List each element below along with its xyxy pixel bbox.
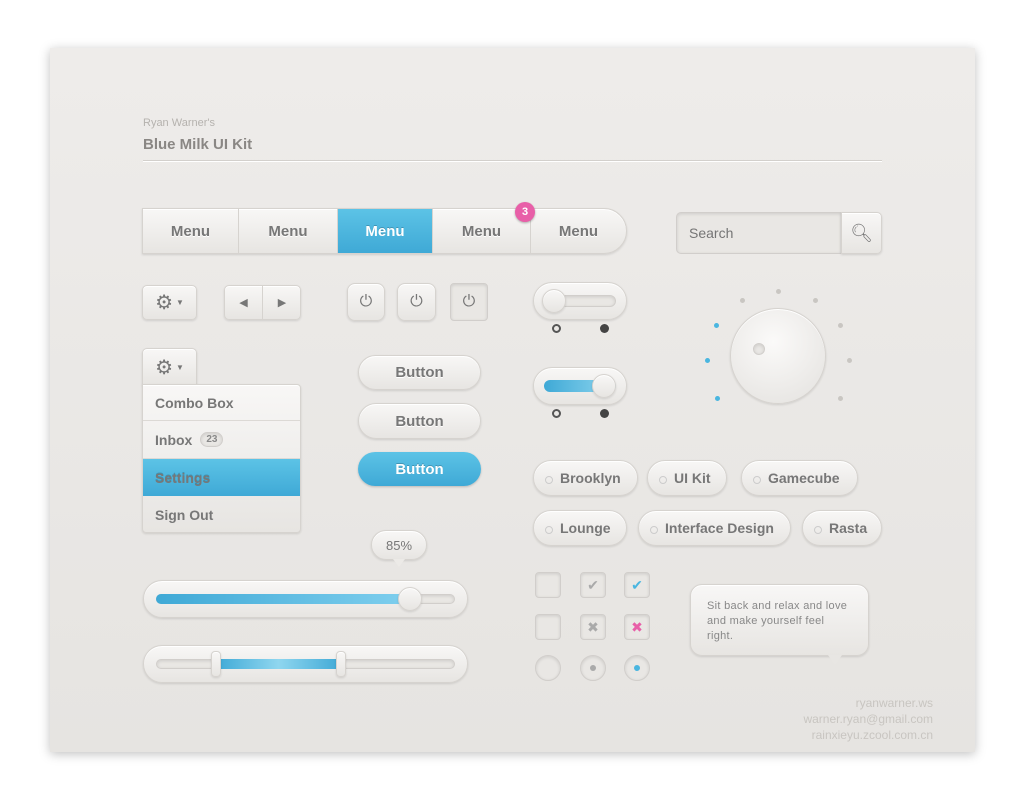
menu-item-3-active[interactable]: Menu	[338, 209, 433, 253]
sign-out-label: Sign Out	[155, 506, 214, 523]
search-icon: 🔍︎	[850, 222, 873, 243]
profile-url-text: rainxieyu.zcool.com.cn	[811, 728, 933, 742]
menu-item-1[interactable]: Menu	[143, 209, 239, 253]
chevron-down-icon: ▼	[176, 298, 184, 307]
sign-out-item[interactable]: Sign Out	[143, 496, 300, 533]
speech-bubble: Sit back and relax and love and make you…	[690, 584, 869, 656]
checkbox-empty[interactable]	[535, 572, 561, 598]
gear-icon: ⚙	[155, 356, 173, 379]
off-indicator	[552, 409, 561, 418]
on-indicator	[600, 324, 609, 333]
power-button-pressed[interactable]: ⏻	[450, 283, 488, 321]
toggle-switch-on[interactable]	[533, 367, 627, 405]
inbox-item[interactable]: Inbox 23	[143, 421, 300, 459]
range-handle-low[interactable]	[210, 651, 221, 677]
knob-tick	[847, 358, 852, 363]
prev-button[interactable]: ◀	[225, 286, 263, 319]
menu-bar: Menu Menu Menu Menu Menu	[142, 208, 627, 254]
toggle-knob[interactable]	[592, 374, 616, 398]
knob-tick	[714, 323, 719, 328]
inbox-count-badge: 23	[200, 432, 224, 447]
button-hover[interactable]: Button	[358, 403, 481, 439]
check-icon: ✔	[587, 576, 599, 593]
search-input[interactable]	[676, 212, 842, 254]
knob-tick	[740, 298, 745, 303]
arrow-right-icon: ▶	[277, 297, 287, 309]
website-text: ryanwarner.ws	[855, 696, 933, 710]
email-text: warner.ryan@gmail.com	[803, 712, 933, 726]
check-icon: ✔	[631, 576, 643, 593]
settings-label: Settings	[155, 469, 211, 486]
knob-tick	[715, 396, 720, 401]
radio-dot	[634, 665, 640, 671]
search-button[interactable]: 🔍︎	[841, 212, 882, 254]
author-label: Ryan Warner's	[143, 117, 215, 129]
radio-selected-blue[interactable]	[624, 655, 650, 681]
slider-tooltip: 85%	[371, 530, 427, 560]
menu-item-5[interactable]: Menu	[531, 209, 626, 253]
checkbox-cross-gray[interactable]: ✖	[580, 614, 606, 640]
combo-item[interactable]: Combo Box	[143, 385, 300, 421]
slider-thumb[interactable]	[398, 587, 423, 611]
next-button[interactable]: ▶	[263, 286, 301, 319]
radio-dot	[590, 665, 596, 671]
cross-icon: ✖	[587, 618, 599, 635]
button-primary[interactable]: Button	[358, 452, 481, 486]
radio-empty[interactable]	[535, 655, 561, 681]
settings-item-active[interactable]: Settings	[143, 459, 300, 496]
settings-dropdown-button[interactable]: ⚙ ▼	[142, 285, 197, 320]
knob-tick	[776, 289, 781, 294]
menu-item-2[interactable]: Menu	[239, 209, 338, 253]
tooltip-arrow	[393, 559, 405, 567]
checkbox-cross-pink[interactable]: ✖	[624, 614, 650, 640]
tag-ui-kit[interactable]: UI Kit	[647, 460, 727, 496]
toggle-switch-off[interactable]	[533, 282, 627, 320]
combo-item-label: Combo Box	[155, 394, 234, 411]
range-slider[interactable]	[143, 645, 468, 683]
range-handle-high[interactable]	[336, 651, 347, 677]
slider[interactable]	[143, 580, 468, 618]
tag-interface-design[interactable]: Interface Design	[638, 510, 791, 546]
slider-fill	[156, 594, 411, 604]
tag-rasta[interactable]: Rasta	[802, 510, 882, 546]
knob-tick	[705, 358, 710, 363]
button-default[interactable]: Button	[358, 355, 481, 390]
knob-tick	[838, 323, 843, 328]
toggle-knob[interactable]	[542, 289, 566, 313]
tag-lounge[interactable]: Lounge	[533, 510, 627, 546]
power-icon: ⏻	[359, 293, 373, 310]
knob-tick	[813, 298, 818, 303]
bubble-tail	[828, 655, 842, 665]
inbox-label: Inbox	[155, 431, 193, 448]
power-button-1[interactable]: ⏻	[347, 283, 385, 321]
checkbox-checked-blue[interactable]: ✔	[624, 572, 650, 598]
notification-badge: 3	[515, 202, 535, 222]
off-indicator	[552, 324, 561, 333]
rotary-knob[interactable]	[730, 308, 826, 404]
page-title: Blue Milk UI Kit	[143, 136, 253, 153]
power-button-2[interactable]: ⏻	[397, 283, 436, 321]
tag-brooklyn[interactable]: Brooklyn	[533, 460, 638, 496]
tag-gamecube[interactable]: Gamecube	[741, 460, 858, 496]
combo-menu: Combo Box Inbox 23 Settings Sign Out	[142, 384, 301, 533]
gear-icon: ⚙	[155, 292, 173, 314]
knob-indicator	[753, 343, 765, 355]
power-icon: ⏻	[462, 293, 476, 310]
checkbox-checked-gray[interactable]: ✔	[580, 572, 606, 598]
radio-selected-gray[interactable]	[580, 655, 606, 681]
power-icon: ⏻	[410, 293, 423, 310]
range-fill	[215, 659, 342, 669]
pager: ◀ ▶	[224, 285, 301, 320]
on-indicator	[600, 409, 609, 418]
cross-icon: ✖	[631, 618, 643, 635]
knob-tick	[838, 396, 843, 401]
arrow-left-icon: ◀	[239, 297, 248, 309]
combo-settings-tab[interactable]: ⚙ ▼	[142, 348, 197, 385]
divider	[143, 160, 882, 161]
checkbox-empty[interactable]	[535, 614, 561, 640]
chevron-down-icon: ▼	[176, 362, 184, 372]
